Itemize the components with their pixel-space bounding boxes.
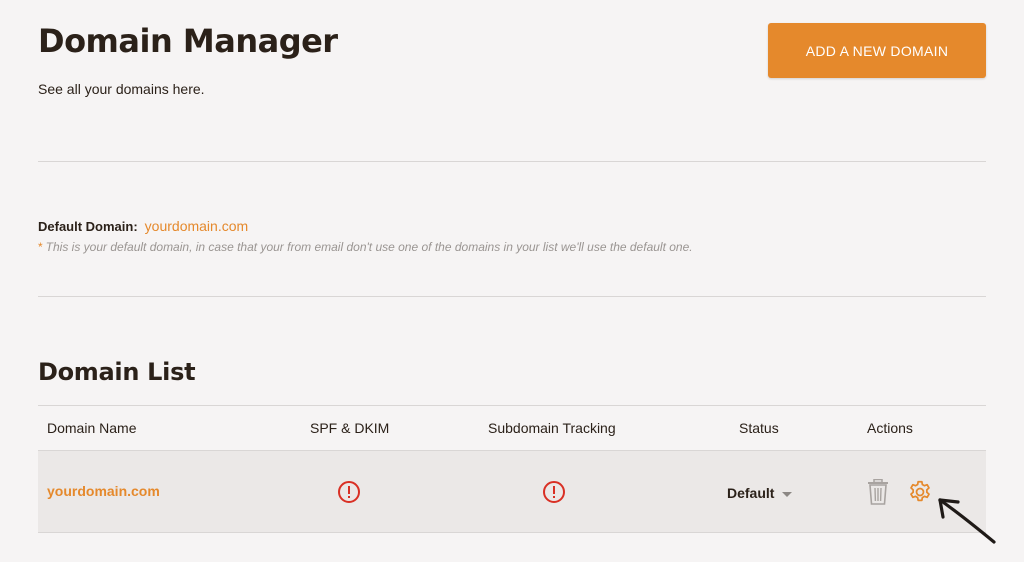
- default-domain-value: yourdomain.com: [144, 218, 249, 234]
- column-header-domain-name: Domain Name: [47, 420, 137, 436]
- divider: [38, 161, 986, 162]
- gear-icon[interactable]: [907, 479, 933, 505]
- page-subtitle: See all your domains here.: [38, 81, 205, 97]
- domain-name-link[interactable]: yourdomain.com: [47, 483, 160, 499]
- page-title: Domain Manager: [38, 22, 338, 60]
- domain-list-title: Domain List: [38, 358, 196, 386]
- column-header-subdomain-tracking: Subdomain Tracking: [488, 420, 616, 436]
- default-domain-row: Default Domain: yourdomain.com: [38, 218, 248, 234]
- trash-icon[interactable]: [867, 479, 889, 505]
- chevron-down-icon: [782, 491, 793, 497]
- table-row: yourdomain.com Default: [38, 450, 986, 533]
- divider: [38, 296, 986, 297]
- note-asterisk: *: [38, 240, 43, 254]
- add-new-domain-button[interactable]: ADD A NEW DOMAIN: [768, 23, 986, 78]
- note-text: This is your default domain, in case tha…: [45, 240, 693, 254]
- default-domain-note: * This is your default domain, in case th…: [38, 240, 693, 254]
- domain-table: Domain Name SPF & DKIM Subdomain Trackin…: [38, 405, 986, 533]
- status-dropdown[interactable]: Default: [727, 485, 793, 501]
- table-header: Domain Name SPF & DKIM Subdomain Trackin…: [38, 405, 986, 450]
- column-header-status: Status: [739, 420, 779, 436]
- spf-dkim-warning-icon: [338, 481, 360, 503]
- subdomain-tracking-warning-icon: [543, 481, 565, 503]
- annotation-arrow-icon: [938, 498, 996, 544]
- default-domain-label: Default Domain:: [38, 219, 138, 234]
- column-header-actions: Actions: [867, 420, 913, 436]
- status-value: Default: [727, 485, 775, 501]
- column-header-spf-dkim: SPF & DKIM: [310, 420, 390, 436]
